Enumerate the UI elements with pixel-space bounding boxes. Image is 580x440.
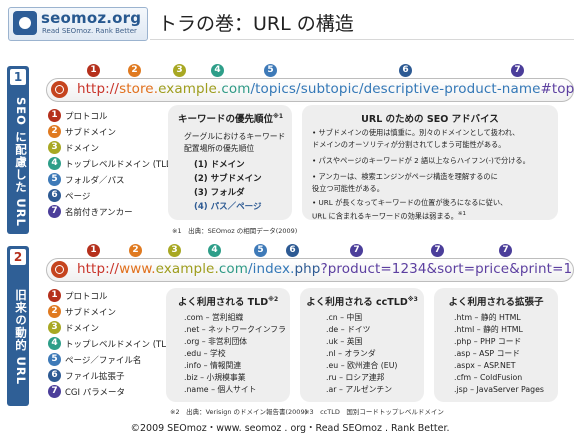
keyword-priority-desc: グーグルにおけるキーワード [184, 132, 286, 141]
cctld-row: .ru – ロシア連邦 [326, 373, 385, 382]
marker-subdomain: 2 [129, 244, 142, 257]
marker-tld: 4 [208, 244, 221, 257]
seo-advice-box: URL のための SEO アドバイス • サブドメインの使用は慎重に。別々のドメ… [302, 105, 558, 220]
footnote-1: ※1 出典：SEOmoz の相関データ(2009) [172, 227, 298, 235]
logo-tagline: Read SEOmoz. Rank Better [42, 27, 137, 35]
section2-side-label: 旧来の動的 URL [14, 288, 28, 386]
extension-row: .asp – ASP コード [454, 349, 520, 358]
url-protocol: http:// [77, 81, 120, 97]
url-subdomain: www. [119, 261, 156, 277]
extensions-box: よく利用される拡張子 .htm – 静的 HTML .html – 静的 HTM… [434, 288, 558, 402]
extension-row: .html – 静的 HTML [454, 325, 523, 334]
marker-anchor: 7 [511, 64, 524, 77]
seo-advice-title: URL のための SEO アドバイス [361, 114, 499, 125]
marker-protocol: 1 [87, 64, 100, 77]
tld-row: .com – 営利組織 [184, 313, 244, 322]
url-subdomain: store. [119, 81, 159, 97]
advice-line: ドメインのオーソリティが分割されてしまう可能性がある。 [312, 140, 506, 149]
keyword-priority-desc: 配置場所の優先順位 [184, 144, 255, 153]
marker-subdomain: 2 [128, 64, 141, 77]
extension-row: .cfm – ColdFusion [454, 373, 523, 382]
url-extension: php [294, 261, 321, 277]
url-param: ?product=1234 [320, 261, 427, 277]
extension-row: .htm – 静的 HTML [454, 313, 521, 322]
advice-line: • アンカーは、検索エンジンがページ構造を理解するのに [312, 172, 498, 181]
marker-page: 6 [399, 64, 412, 77]
section1-sidebar: 1 SEO に配慮した URL [7, 66, 29, 234]
marker-page: 5 [254, 244, 267, 257]
url-folder: /topics/ [250, 81, 301, 97]
cctld-row: .eu – 欧州連合 (EU) [326, 361, 398, 370]
browser-globe-icon [51, 81, 68, 98]
tld-row: .biz – 小規模事業 [184, 373, 246, 382]
url-page: /index. [247, 261, 295, 277]
advice-line: • パスやページのキーワードが 2 語以上ならハイフン(-)で分ける。 [312, 156, 530, 165]
url-param: &sort=price [426, 261, 510, 277]
marker-tld: 4 [211, 64, 224, 77]
cctld-row: .cn – 中国 [326, 313, 363, 322]
marker-domain: 3 [168, 244, 181, 257]
url-anchor: #top [540, 81, 575, 97]
dynamic-url: http://www.example.com/index.php?product… [77, 261, 572, 277]
advice-line: • サブドメインの使用は慎重に。別々のドメインとして扱われ、 [312, 128, 520, 137]
section1-side-label: SEO に配慮した URL [14, 97, 28, 227]
tld-row: .org – 非営利団体 [184, 337, 248, 346]
url-protocol: http:// [77, 261, 120, 277]
url-tld: com [218, 261, 248, 277]
seomoz-logo: seomoz.org Read SEOmoz. Rank Better [8, 7, 148, 41]
priority-item: (4) パス／ページ [194, 202, 262, 212]
title-divider [150, 39, 574, 40]
priority-item: (3) フォルダ [194, 188, 245, 198]
advice-line: 役立つ可能性がある。 [312, 184, 384, 193]
cctld-row: .nl – オランダ [326, 349, 376, 358]
marker-param: 7 [350, 244, 363, 257]
cctld-row: .uk – 英国 [326, 337, 363, 346]
keyword-priority-box: キーワードの優先順位※1 グーグルにおけるキーワード 配置場所の優先順位 (1)… [168, 105, 292, 220]
url-bar-seo: http://store.example.com/topics/subtopic… [46, 78, 574, 102]
seo-url: http://store.example.com/topics/subtopic… [77, 81, 574, 97]
marker-protocol: 1 [87, 244, 100, 257]
cctld-row: .de – ドイツ [326, 325, 371, 334]
priority-item: (1) ドメイン [194, 160, 245, 170]
logo-name: seomoz.org [41, 9, 142, 27]
url-domain: example. [158, 81, 222, 97]
url-tld: com [221, 81, 251, 97]
logo-mark-icon [13, 11, 37, 35]
cctld-row: .ar – アルゼンチン [326, 385, 393, 394]
footnote-3: ※3 ccTLD 国別コードトップレベルドメイン [304, 408, 444, 416]
keyword-priority-title: キーワードの優先順位※1 [178, 112, 284, 125]
tld-title: よく利用される TLD※2 [177, 295, 279, 308]
cctld-box: よく利用される ccTLD※3 .cn – 中国 .de – ドイツ .uk –… [300, 288, 424, 402]
extension-row: .php – PHP コード [454, 337, 522, 346]
cctld-title: よく利用される ccTLD※3 [306, 295, 418, 308]
extensions-title: よく利用される拡張子 [448, 297, 544, 308]
tld-box: よく利用される TLD※2 .com – 営利組織 .net – ネットワークイ… [166, 288, 290, 402]
marker-domain: 3 [173, 64, 186, 77]
extension-row: .jsp – JavaServer Pages [454, 385, 544, 394]
page-title: トラの巻：URL の構造 [158, 13, 354, 35]
tld-row: .info – 情報関連 [184, 361, 242, 370]
url-subfolder: subtopic/ [300, 81, 364, 97]
marker-param: 7 [499, 244, 512, 257]
footer: ©2009 SEOmoz・www. seomoz . org・Read SEOm… [130, 423, 450, 434]
url-domain: example. [155, 261, 219, 277]
url-param: &print=1 [509, 261, 573, 277]
tld-row: .net – ネットワークインフラ [184, 325, 286, 334]
tld-row: .name – 個人サイト [184, 385, 257, 394]
tld-row: .edu – 学校 [184, 349, 226, 358]
marker-extension: 6 [286, 244, 299, 257]
footnote-2: ※2 出典：Verisign のドメイン報告書(2009) [170, 408, 308, 416]
url-bar-dynamic: http://www.example.com/index.php?product… [46, 258, 574, 282]
url-page: descriptive-product-name [363, 81, 541, 97]
browser-globe-icon [51, 261, 68, 278]
priority-item: (2) サブドメイン [194, 174, 262, 184]
marker-folder: 5 [264, 64, 277, 77]
section2-sidebar: 2 旧来の動的 URL [7, 246, 29, 406]
advice-line: URL に含まれるキーワードの効果は弱まる。※1 [312, 211, 467, 221]
marker-param: 7 [431, 244, 444, 257]
extension-row: .aspx – ASP.NET [454, 361, 516, 370]
section2-number: 2 [10, 249, 26, 265]
section1-number: 1 [10, 69, 26, 85]
